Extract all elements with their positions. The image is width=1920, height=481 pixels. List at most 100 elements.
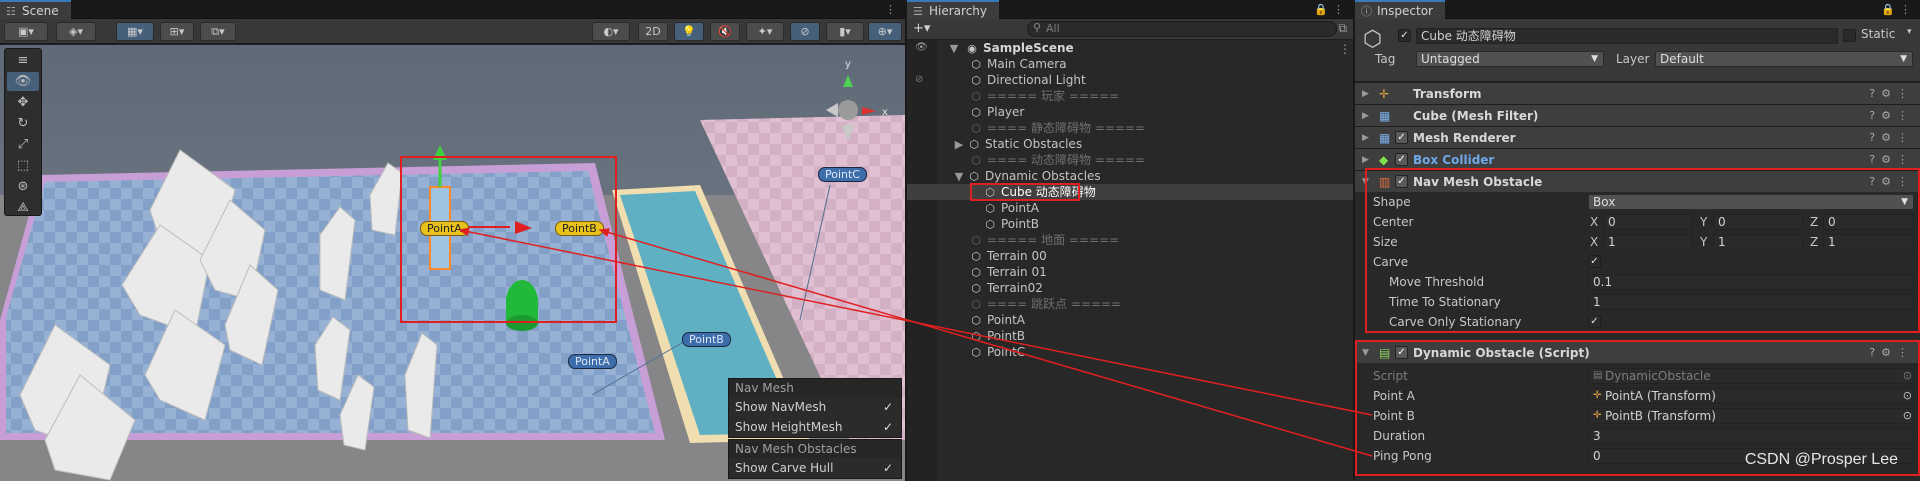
check-icon: ✓ [882,420,893,434]
add-object-button[interactable]: +▾ [913,21,930,36]
hierarchy-item-dynamic-obstacles[interactable]: ▼ ⬡ Dynamic Obstacles [907,168,1353,184]
hierarchy-item-terrain-01[interactable]: ⬡ Terrain 01 [907,264,1353,280]
hierarchy-item-main-camera[interactable]: ⬡ Main Camera [907,56,1353,72]
hierarchy-item-dyn-pointa[interactable]: ⬡ PointA [907,200,1353,216]
hierarchy-item-pointb[interactable]: ⬡ PointB [907,328,1353,344]
transform-icon: ✛ [1379,87,1390,101]
hierarchy-search-input[interactable]: All [1027,21,1337,37]
rotate-tool-icon[interactable]: ↻ [7,114,39,133]
cube-icon: ⬡ [1363,27,1383,52]
tab-hierarchy[interactable]: ☰ Hierarchy [907,0,1000,19]
fold-collapsed-icon[interactable]: ▶ [953,137,965,153]
hierarchy-label: PointB [1001,217,1040,231]
tag-dropdown[interactable]: Untagged ▼ [1416,51,1604,67]
object-name-field[interactable]: Cube 动态障碍物 [1416,28,1838,44]
align-button[interactable]: ⧉▾ [200,22,236,41]
tab-hierarchy-label: Hierarchy [929,4,988,18]
enabled-checkbox[interactable]: ✓ [1395,131,1408,144]
grid-snap-button[interactable]: ▦▾ [116,22,154,41]
effects-button[interactable]: ✦▾ [746,22,784,41]
hierarchy-options-icon[interactable]: ⧉ [1338,21,1347,36]
component-mesh-renderer[interactable]: ▶ ▦ ✓ Mesh Renderer ?⚙⋮ [1355,126,1920,148]
active-checkbox[interactable]: ✓ [1398,29,1411,42]
hierarchy-lock-menu-icon[interactable]: 🔒⋮ [1314,0,1349,19]
hierarchy-item-dyn-pointb[interactable]: ⬡ PointB [907,216,1353,232]
hierarchy-item-separator-dynamic[interactable]: ⬡ ==== 动态障碍物 ===== [907,152,1353,168]
component-menu-icons[interactable]: ?⚙⋮ [1869,105,1914,127]
hierarchy-panel: ☰ Hierarchy 🔒⋮ +▾ All ⚲ ⧉ 👁 ⊘ ▼ ◉ SampleSce… [907,0,1353,481]
navmesh-obstacles-overlay: Nav Mesh Obstacles Show Carve Hull ✓ [728,439,902,479]
hierarchy-item-separator-static[interactable]: ⬡ ==== 静态障碍物 ===== [907,120,1353,136]
toggle-2d-button[interactable]: 2D [638,22,668,41]
scene-root-row[interactable]: ▼ ◉ SampleScene [907,40,1353,56]
gameobject-icon: ⬡ [971,266,981,279]
hierarchy-highlight-box [970,183,1080,201]
component-box-collider[interactable]: ▶ ◆ ✓ Box Collider ?⚙⋮ [1355,148,1920,170]
tab-scene[interactable]: ☷ Scene [0,0,71,19]
shading-mode-button[interactable]: ◐▾ [592,22,630,41]
lighting-toggle[interactable]: 💡 [674,22,704,41]
custom-tool-icon[interactable]: ⟁ [7,198,39,217]
hierarchy-label: Terrain 00 [987,249,1047,263]
nav-obstacle-highlight-box [1365,168,1920,333]
chevron-down-icon[interactable]: ▾ [1907,27,1912,37]
hierarchy-item-pointc[interactable]: ⬡ PointC [907,344,1353,360]
gameobject-icon: ⬡ [985,202,995,215]
component-mesh-filter[interactable]: ▶ ▦ Cube (Mesh Filter) ?⚙⋮ [1355,104,1920,126]
gameobject-icon: ⬡ [971,346,981,359]
scene-label-pointb-selected[interactable]: PointB [555,221,604,236]
scene-tabbar: ☷ Scene ⋮ [0,0,905,19]
layer-dropdown[interactable]: Default ▼ [1655,51,1913,67]
audio-toggle[interactable]: 🔇 [710,22,740,41]
show-carve-hull-toggle[interactable]: Show Carve Hull ✓ [729,458,901,478]
increment-snap-button[interactable]: ⊞▾ [160,22,194,41]
draw-mode-button[interactable]: ▣▾ [4,22,48,41]
inspector-tabbar: ⓘ Inspector 🔒⋮ [1355,0,1920,19]
fold-collapsed-icon[interactable]: ▶ [1362,105,1369,127]
hierarchy-item-player[interactable]: ⬡ Player [907,104,1353,120]
hierarchy-item-static-obstacles[interactable]: ▶ ⬡ Static Obstacles [907,136,1353,152]
hierarchy-label: Player [987,105,1025,119]
more-icon[interactable]: ⋮ [1339,42,1351,56]
toggle-2d-label: 2D [645,25,661,38]
scene-label-pointa[interactable]: PointA [568,354,617,369]
scene-viewport[interactable]: y x PointA PointB PointC PointB PointA N… [0,45,905,481]
hidden-objects-toggle[interactable]: ⊘ [790,22,820,41]
move-tool-icon[interactable]: ✥ [7,93,39,112]
show-navmesh-toggle[interactable]: Show NavMesh ✓ [729,397,901,417]
scene-label-pointa-selected[interactable]: PointA [420,221,469,236]
show-heightmesh-toggle[interactable]: Show HeightMesh ✓ [729,417,901,437]
tab-scene-label: Scene [22,4,59,18]
gameobject-icon: ⬡ [971,106,981,119]
scene-label-pointc[interactable]: PointC [818,167,867,182]
gizmos-button[interactable]: ⊕▾ [868,22,902,41]
inspector-lock-menu-icon[interactable]: 🔒⋮ [1881,0,1916,19]
camera-button[interactable]: ▮▾ [826,22,864,41]
scene-label-pointb[interactable]: PointB [682,332,731,347]
tab-inspector[interactable]: ⓘ Inspector [1355,0,1445,19]
hierarchy-item-directional-light[interactable]: ⬡ Directional Light [907,72,1353,88]
render-mode-button[interactable]: ◈▾ [56,22,96,41]
hierarchy-label: ==== 跳跃点 ===== [987,297,1122,311]
rect-tool-icon[interactable]: ⬚ [7,156,39,175]
fold-collapsed-icon[interactable]: ▶ [1362,127,1369,149]
hierarchy-item-terrain-00[interactable]: ⬡ Terrain 00 [907,248,1353,264]
fold-collapsed-icon[interactable]: ▶ [1362,83,1369,105]
hierarchy-item-separator-player[interactable]: ⬡ ===== 玩家 ===== [907,88,1353,104]
enabled-checkbox[interactable]: ✓ [1395,153,1408,166]
view-tool-eye-icon[interactable]: 👁 [7,72,39,91]
fold-expanded-icon[interactable]: ▼ [953,169,965,185]
inspector-panel: ⓘ Inspector 🔒⋮ ⬡ ✓ Cube 动态障碍物 Static ▾ Ta… [1355,0,1920,481]
hierarchy-item-separator-jump[interactable]: ⬡ ==== 跳跃点 ===== [907,296,1353,312]
hierarchy-item-separator-ground[interactable]: ⬡ ===== 地面 ===== [907,232,1353,248]
drag-handle-icon[interactable]: ≡ [7,51,39,70]
component-menu-icons[interactable]: ?⚙⋮ [1869,83,1914,105]
transform-tool-icon[interactable]: ⊛ [7,177,39,196]
scale-tool-icon[interactable]: ⤢ [7,135,39,154]
hierarchy-item-pointa[interactable]: ⬡ PointA [907,312,1353,328]
hierarchy-item-terrain-02[interactable]: ⬡ Terrain02 [907,280,1353,296]
component-menu-icons[interactable]: ?⚙⋮ [1869,127,1914,149]
pane-menu-icon[interactable]: ⋮ [885,0,901,19]
static-checkbox[interactable] [1843,29,1856,42]
component-transform[interactable]: ▶ ✛ Transform ?⚙⋮ [1355,82,1920,104]
